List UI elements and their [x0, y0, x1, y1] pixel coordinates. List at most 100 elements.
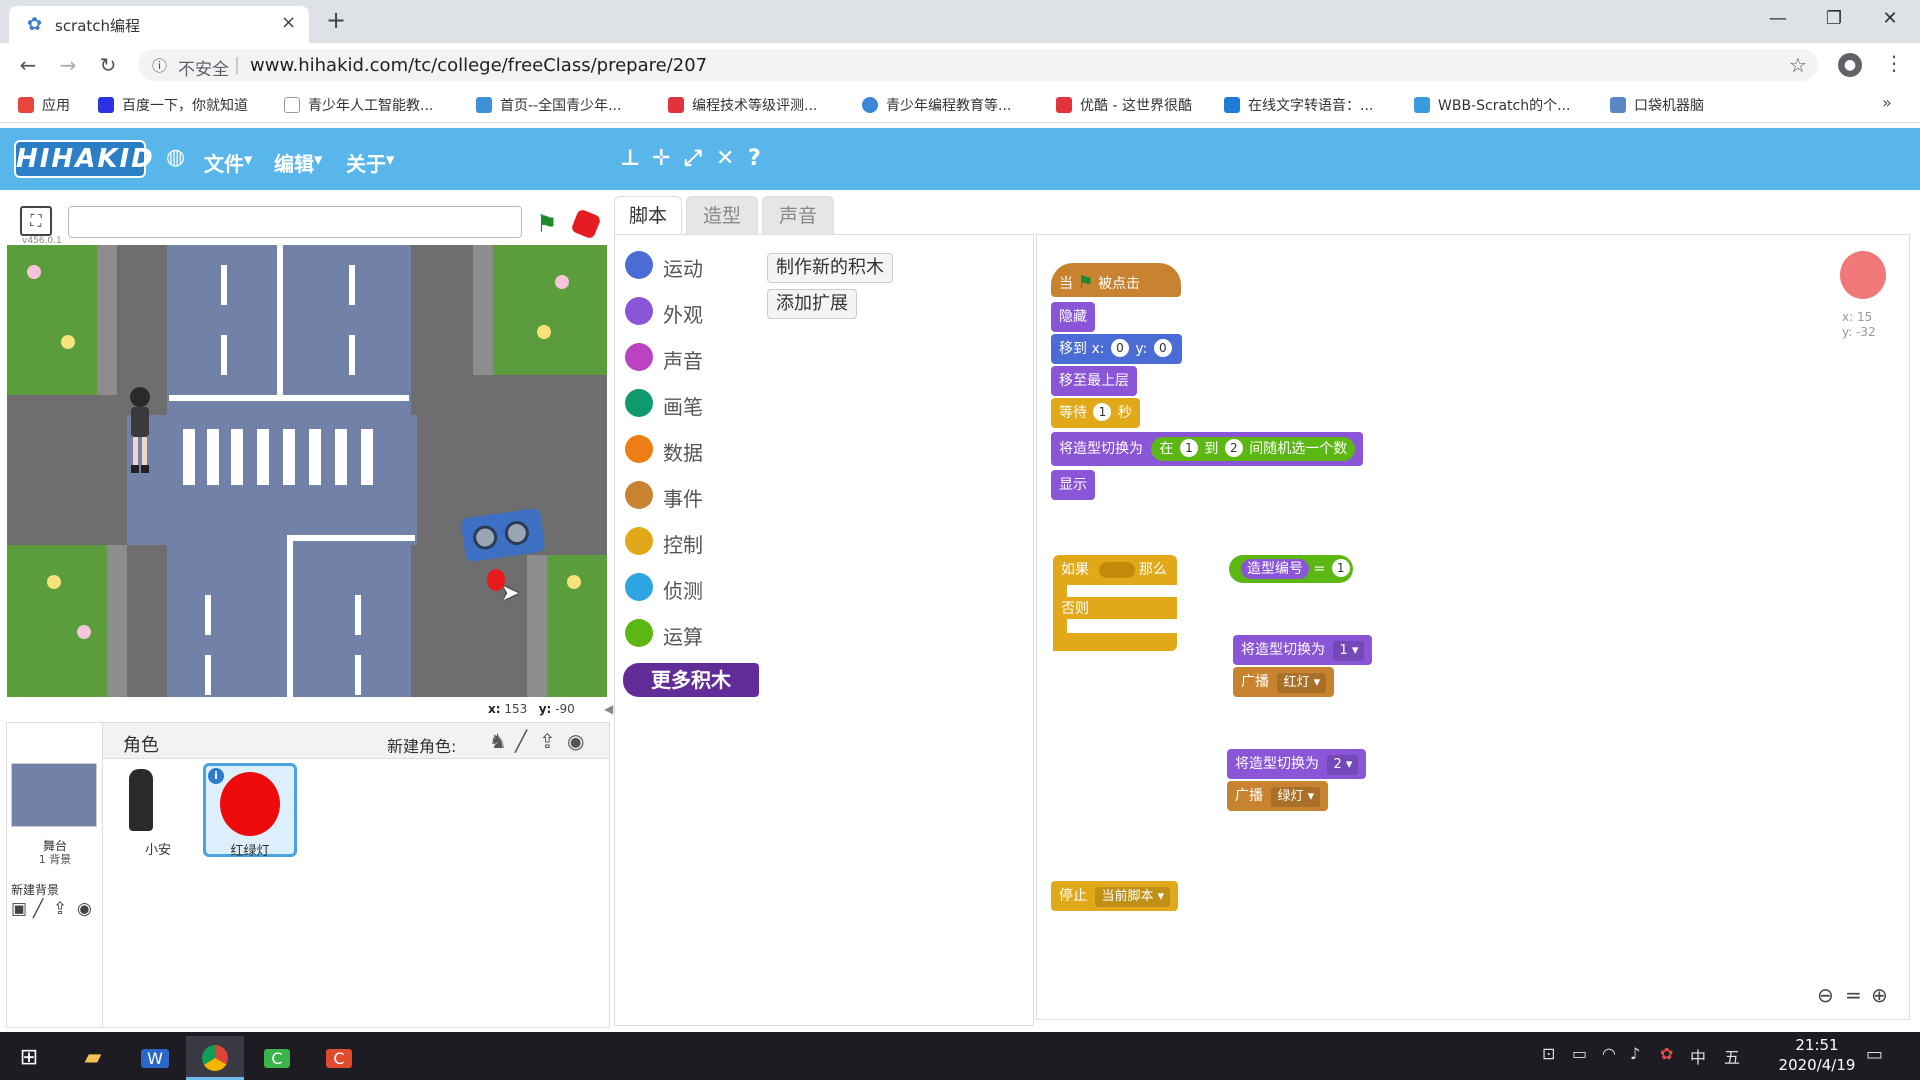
collapse-arrow-icon[interactable]: ◀ — [604, 702, 613, 716]
bookmark-youth-home[interactable]: 首页--全国青少年... — [476, 95, 621, 115]
menu-about[interactable]: 关于▼ — [346, 148, 394, 177]
help-icon[interactable]: ? — [748, 146, 761, 171]
restore-button[interactable]: ❐ — [1814, 4, 1854, 34]
info-icon[interactable]: ⓘ — [152, 55, 167, 76]
block-when-flag-clicked[interactable]: 当 ⚑ 被点击 — [1051, 263, 1181, 297]
clock-date[interactable]: 2020/4/19 — [1772, 1056, 1862, 1074]
account-icon[interactable]: ● — [1838, 53, 1862, 77]
make-block-button[interactable]: 制作新的积木 — [767, 253, 893, 283]
tab-sounds[interactable]: 声音 — [762, 196, 834, 234]
tab-scripts[interactable]: 脚本 — [614, 196, 682, 234]
expand-icon[interactable]: ⤢ — [684, 146, 702, 171]
shrink-icon[interactable]: ✕ — [716, 146, 734, 171]
green-flag-icon[interactable]: ⚑ — [536, 210, 558, 238]
backdrop-upload-icon[interactable]: ⇪ — [53, 899, 67, 919]
browser-menu-icon[interactable]: ⋮ — [1884, 51, 1904, 75]
project-title-input[interactable] — [68, 206, 522, 238]
block-broadcast-red[interactable]: 广播 红灯 — [1233, 667, 1335, 697]
wait-value[interactable]: 1 — [1093, 403, 1112, 421]
tab-costumes[interactable]: 造型 — [686, 196, 758, 234]
block-pick-random[interactable]: 在 1 到 2 间随机选一个数 — [1151, 437, 1356, 461]
bookmark-tts[interactable]: 在线文字转语音：... — [1224, 95, 1373, 115]
random-from-value[interactable]: 1 — [1179, 439, 1198, 457]
block-switch-costume-random[interactable]: 将造型切换为 在 1 到 2 间随机选一个数 — [1051, 432, 1364, 466]
equals-value[interactable]: 1 — [1331, 559, 1350, 577]
zoom-reset-icon[interactable]: = — [1845, 983, 1862, 1007]
file-explorer-icon[interactable]: ▰ — [64, 1036, 122, 1080]
tray-ime-label[interactable]: 中 — [1690, 1044, 1706, 1068]
sprite-library-icon[interactable]: ♞ — [489, 729, 507, 753]
block-wait[interactable]: 等待 1 秒 — [1051, 398, 1140, 428]
reload-button[interactable]: ↻ — [94, 52, 122, 78]
message-dropdown[interactable]: 红灯 — [1277, 673, 1327, 693]
block-show[interactable]: 显示 — [1051, 470, 1095, 500]
wps-icon[interactable]: W — [126, 1036, 184, 1080]
block-goto-xy[interactable]: 移到 x: 0 y: 0 — [1051, 334, 1182, 364]
bookmarks-more-icon[interactable]: » — [1882, 93, 1892, 112]
clock-time[interactable]: 21:51 — [1772, 1036, 1862, 1054]
tray-ime-mode[interactable]: 五 — [1724, 1044, 1740, 1068]
menu-edit[interactable]: 编辑▼ — [274, 148, 322, 177]
grow-icon[interactable]: ✛ — [652, 146, 670, 171]
url-text[interactable]: www.hihakid.com/tc/college/freeClass/pre… — [250, 55, 707, 76]
bookmark-pocket-robot[interactable]: 口袋机器脑 — [1610, 95, 1704, 115]
message-dropdown[interactable]: 绿灯 — [1271, 787, 1321, 807]
block-switch-costume-2[interactable]: 将造型切换为 2 — [1227, 749, 1367, 779]
window-close-button[interactable]: ✕ — [1870, 4, 1910, 34]
block-go-to-front[interactable]: 移至最上层 — [1051, 366, 1137, 396]
chrome-icon[interactable] — [186, 1036, 244, 1080]
sprite-thumb-xiaoan[interactable]: 小安 — [111, 763, 205, 858]
bookmark-youku[interactable]: 优酷 - 这世界很酷 — [1056, 95, 1192, 115]
bookmark-coding-eval[interactable]: 编程技术等级评测... — [668, 95, 817, 115]
tray-app-icon[interactable]: ✿ — [1660, 1044, 1673, 1063]
add-extension-button[interactable]: 添加扩展 — [767, 289, 857, 319]
stage-thumbnail[interactable] — [11, 763, 97, 827]
tray-wifi-icon[interactable]: ◠ — [1602, 1044, 1616, 1063]
goto-y-value[interactable]: 0 — [1153, 339, 1172, 357]
costume-dropdown[interactable]: 2 — [1327, 755, 1359, 775]
backdrop-paint-icon[interactable]: ╱ — [33, 899, 43, 919]
bookmark-apps[interactable]: 应用 — [18, 95, 70, 115]
forward-button[interactable]: → — [54, 52, 82, 78]
block-equals[interactable]: 造型编号 = 1 — [1229, 555, 1353, 583]
bookmark-wbb-scratch[interactable]: WBB-Scratch的个... — [1414, 95, 1570, 115]
stop-dropdown[interactable]: 当前脚本 — [1095, 887, 1171, 907]
costume-dropdown[interactable]: 1 — [1333, 641, 1365, 661]
goto-x-value[interactable]: 0 — [1110, 339, 1129, 357]
stage-canvas[interactable]: ➤ — [7, 245, 607, 697]
block-hide[interactable]: 隐藏 — [1051, 302, 1095, 332]
tab-close-icon[interactable]: × — [281, 12, 296, 33]
sprite-camera-icon[interactable]: ◉ — [567, 729, 584, 753]
camtasia-icon[interactable]: C — [248, 1036, 306, 1080]
zoom-out-icon[interactable]: ⊖ — [1817, 983, 1834, 1007]
sprite-info-icon[interactable]: i — [208, 768, 224, 784]
sprite-paint-icon[interactable]: ╱ — [515, 729, 527, 753]
sprite-upload-icon[interactable]: ⇪ — [539, 729, 556, 753]
menu-file[interactable]: 文件▼ — [204, 148, 252, 177]
sprite-thumb-traffic-light[interactable]: i 红绿灯 — [203, 763, 297, 859]
bookmark-ai-edu[interactable]: 青少年人工智能教... — [284, 95, 433, 115]
tray-battery-icon[interactable]: ▭ — [1572, 1044, 1587, 1063]
tray-network-icon[interactable]: ⊡ — [1542, 1044, 1555, 1063]
block-stop[interactable]: 停止 当前脚本 — [1051, 881, 1179, 911]
language-globe-icon[interactable]: ◍ — [166, 145, 185, 170]
windows-start-icon[interactable]: ⊞ — [0, 1036, 58, 1080]
random-to-value[interactable]: 2 — [1224, 439, 1243, 457]
block-if-else[interactable]: 如果 那么 否则 — [1053, 555, 1177, 651]
new-tab-button[interactable]: + — [326, 6, 346, 34]
character-xiaoan[interactable] — [123, 385, 157, 475]
block-broadcast-green[interactable]: 广播 绿灯 — [1227, 781, 1329, 811]
category-more-blocks[interactable]: 更多积木 — [623, 663, 759, 697]
stop-icon[interactable] — [570, 208, 602, 240]
zoom-in-icon[interactable]: ⊕ — [1871, 983, 1888, 1007]
backdrop-library-icon[interactable]: ▣ — [11, 899, 27, 919]
minimize-button[interactable]: — — [1758, 4, 1798, 34]
bookmark-coding-edu[interactable]: 青少年编程教育等... — [862, 95, 1011, 115]
backdrop-camera-icon[interactable]: ◉ — [77, 899, 92, 919]
script-area[interactable]: 当 ⚑ 被点击 隐藏 移到 x: 0 y: 0 移至最上层 等待 1 秒 将造型… — [1036, 234, 1910, 1020]
browser-tab[interactable]: ✿ scratch编程 × — [9, 6, 309, 43]
block-switch-costume-1[interactable]: 将造型切换为 1 — [1233, 635, 1373, 665]
back-button[interactable]: ← — [14, 52, 42, 78]
camtasia-recorder-icon[interactable]: C — [310, 1036, 368, 1080]
omnibox[interactable]: ⓘ 不安全 | www.hihakid.com/tc/college/freeC… — [138, 49, 1818, 81]
